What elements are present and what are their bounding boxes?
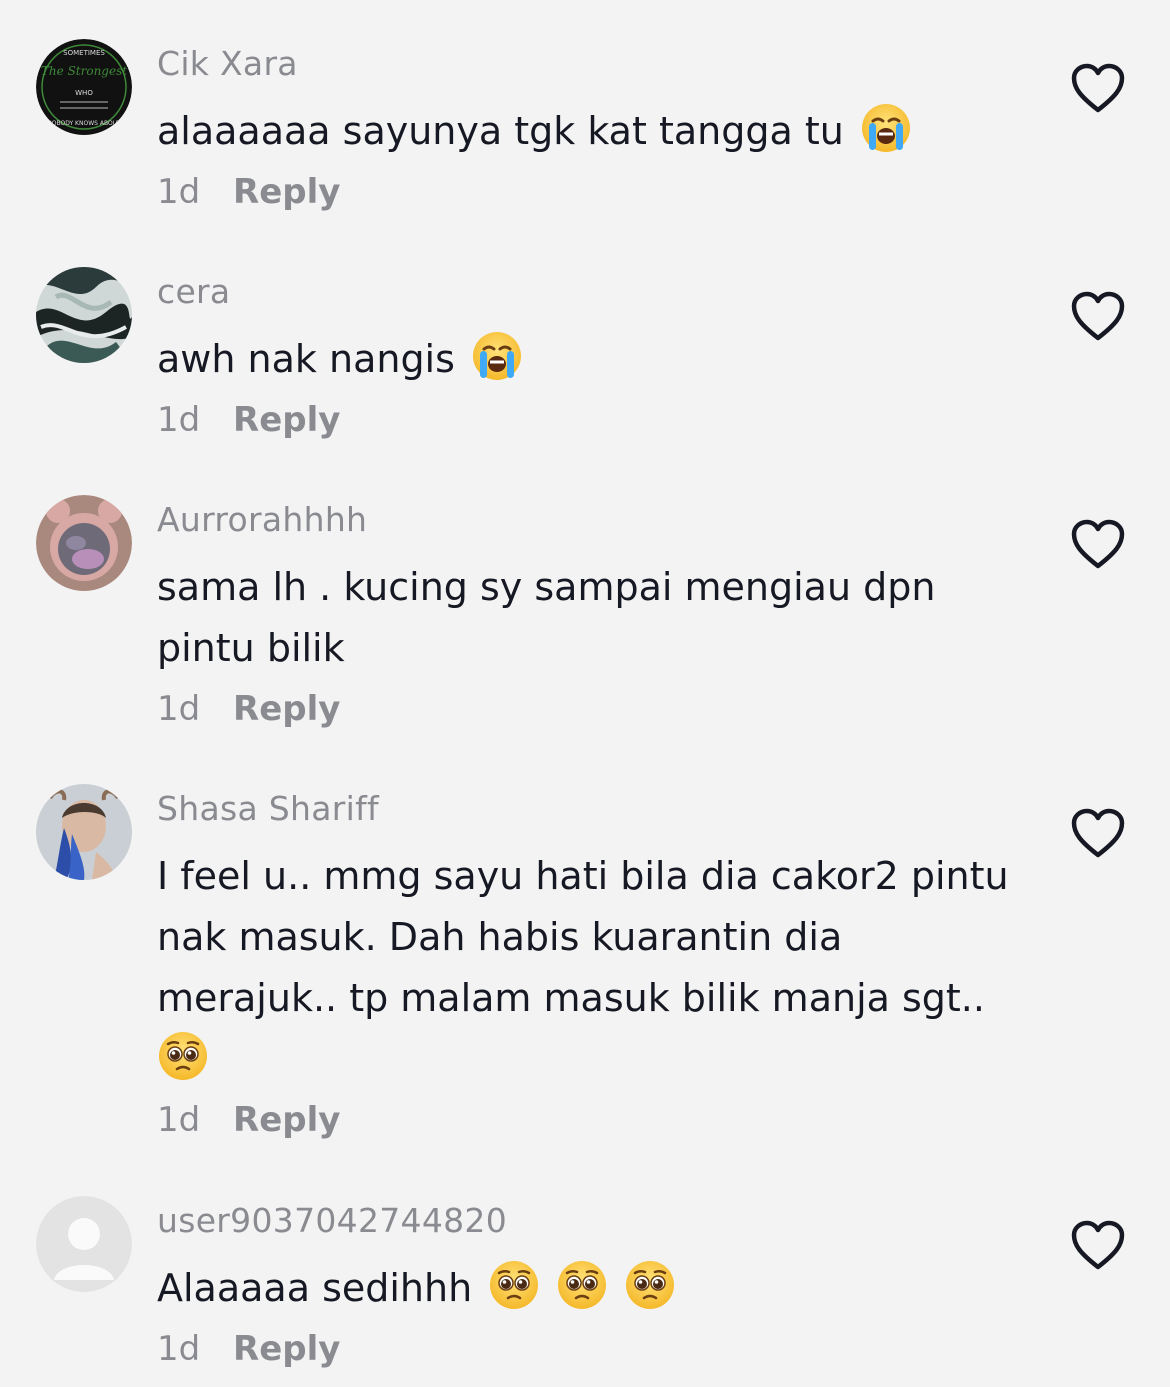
avatar[interactable] [36,495,132,591]
comment-text: sama lh . kucing sy sampai mengiau dpn p… [157,557,1017,679]
heart-outline-icon[interactable] [1070,63,1126,115]
heart-outline-icon[interactable] [1070,808,1126,860]
avatar-text-mid: WHO [75,89,93,97]
comment-item: Shasa Shariff I feel u.. mmg sayu hati b… [0,784,1170,1154]
reply-button[interactable]: Reply [233,400,340,440]
strongest-badge-avatar: SOMETIMES The Strongest WHO NOBODY KNOWS… [36,39,132,135]
avatar[interactable]: SOMETIMES The Strongest WHO NOBODY KNOWS… [36,39,132,135]
avatar-text-main: The Strongest [41,64,127,78]
heart-outline-icon[interactable] [1070,291,1126,343]
comment-meta: 1d Reply [157,689,340,729]
comment-username[interactable]: Shasa Shariff [157,789,379,828]
pleading-face-icon [624,1259,676,1311]
comment-body: awh nak nangis [157,337,455,381]
comment-item: Aurrorahhhh sama lh . kucing sy sampai m… [0,495,1170,745]
comment-text: alaaaaaa sayunya tgk kat tangga tu [157,101,1017,162]
comment-username[interactable]: Cik Xara [157,44,298,83]
marbled-abstract-avatar [36,267,132,363]
avatar-text-bottom: NOBODY KNOWS ABOUT [47,120,121,127]
comment-body: alaaaaaa sayunya tgk kat tangga tu [157,109,844,153]
comment-meta: 1d Reply [157,172,340,212]
comment-username[interactable]: user9037042744820 [157,1201,507,1240]
comment-body: sama lh . kucing sy sampai mengiau dpn p… [157,565,936,670]
comment-item: user9037042744820 Alaaaaa sedihhh 1d Rep… [0,1196,1170,1387]
comment-body: Alaaaaa sedihhh [157,1266,473,1310]
pink-bear-frame-avatar [36,495,132,591]
pleading-face-icon [556,1259,608,1311]
comment-meta: 1d Reply [157,1100,340,1140]
loudly-crying-face-icon [471,330,523,382]
comment-username[interactable]: Aurrorahhhh [157,500,367,539]
comment-time: 1d [157,1329,201,1369]
pleading-face-icon [488,1259,540,1311]
default-user-icon [36,1196,132,1292]
reply-button[interactable]: Reply [233,1100,340,1140]
portrait-avatar [36,784,132,880]
avatar[interactable] [36,784,132,880]
avatar-text-top: SOMETIMES [63,49,105,57]
reply-button[interactable]: Reply [233,1329,340,1369]
avatar[interactable] [36,267,132,363]
avatar[interactable] [36,1196,132,1292]
pleading-face-icon [157,1030,209,1082]
comment-item: cera awh nak nangis 1d Reply [0,267,1170,457]
reply-button[interactable]: Reply [233,689,340,729]
comment-meta: 1d Reply [157,1329,340,1369]
heart-outline-icon[interactable] [1070,519,1126,571]
comment-body: I feel u.. mmg sayu hati bila dia cakor2… [157,854,1009,1020]
comment-username[interactable]: cera [157,272,230,311]
comment-text: I feel u.. mmg sayu hati bila dia cakor2… [157,846,1017,1090]
heart-outline-icon[interactable] [1070,1220,1126,1272]
comment-text: Alaaaaa sedihhh [157,1258,1017,1319]
comment-meta: 1d Reply [157,400,340,440]
comment-time: 1d [157,400,201,440]
comment-item: SOMETIMES The Strongest WHO NOBODY KNOWS… [0,39,1170,229]
comment-time: 1d [157,1100,201,1140]
comment-time: 1d [157,172,201,212]
comment-time: 1d [157,689,201,729]
comment-text: awh nak nangis [157,329,1017,390]
loudly-crying-face-icon [860,102,912,154]
reply-button[interactable]: Reply [233,172,340,212]
